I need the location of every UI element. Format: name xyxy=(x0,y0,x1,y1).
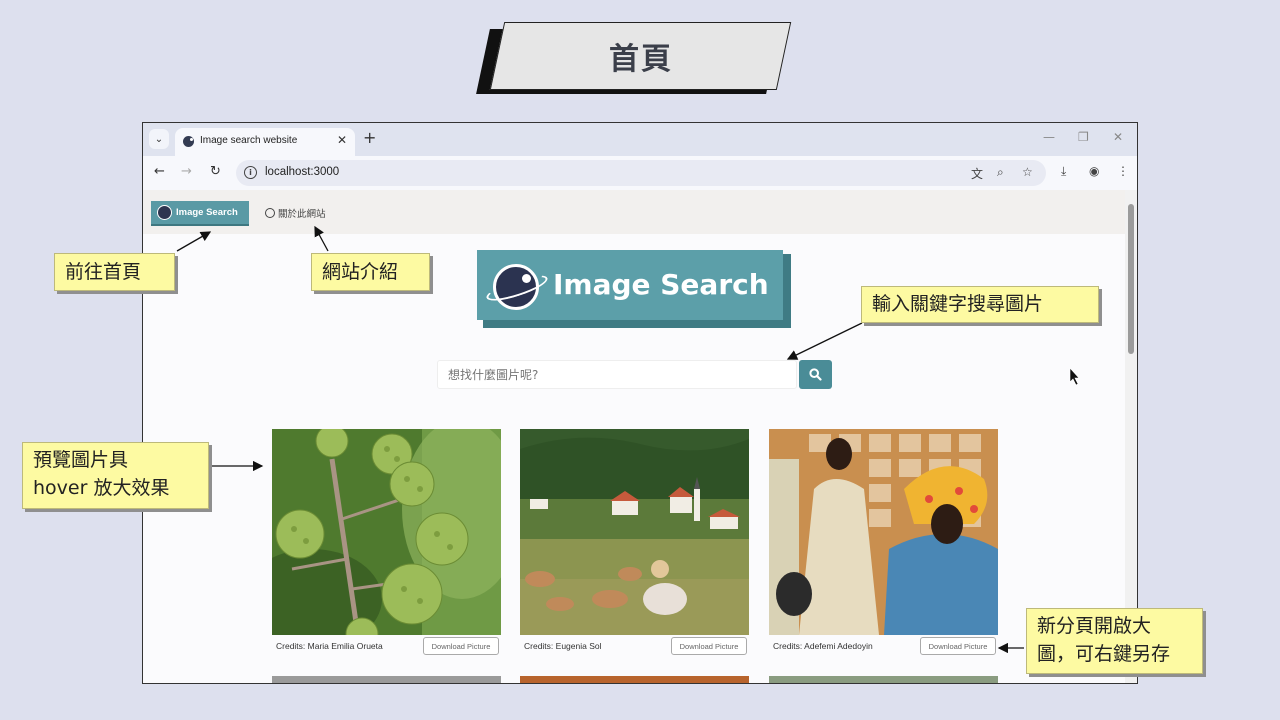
callout-about: 網站介紹 xyxy=(311,253,430,291)
hero-logo: Image Search xyxy=(477,250,791,328)
browser-tab[interactable]: Image search website ✕ xyxy=(175,128,355,156)
close-tab-icon[interactable]: ✕ xyxy=(337,133,347,147)
image-card: Credits: Adefemi Adedoyin Download Pictu… xyxy=(769,429,998,655)
tab-strip: ⌄ Image search website ✕ + — ❐ ✕ xyxy=(143,123,1137,156)
reload-icon[interactable]: ↻ xyxy=(210,164,221,179)
preview-image-blackberries[interactable] xyxy=(272,429,501,635)
download-button[interactable]: Download Picture xyxy=(920,637,996,655)
callout-hover-line2: hover 放大效果 xyxy=(33,477,170,499)
profile-icon[interactable]: ◉ xyxy=(1089,164,1099,178)
image-credit: Credits: Eugenia Sol xyxy=(524,641,602,651)
search-button[interactable] xyxy=(799,360,832,389)
browser-toolbar: ← → ↻ i localhost:3000 文 ⌕ ☆ ⤓ ◉ ⋮ xyxy=(143,156,1137,190)
preview-image-portraits[interactable] xyxy=(769,429,998,635)
next-row-image[interactable] xyxy=(769,676,998,683)
callout-search: 輸入關鍵字搜尋圖片 xyxy=(861,286,1099,323)
download-button[interactable]: Download Picture xyxy=(671,637,747,655)
menu-icon[interactable]: ⋮ xyxy=(1117,164,1129,178)
hero-title: Image Search xyxy=(553,268,769,301)
callout-hover-line1: 預覽圖片具 xyxy=(33,449,129,471)
logo-planet-icon xyxy=(157,205,172,220)
zoom-icon[interactable]: ⌕ xyxy=(997,165,1004,180)
site-navbar: Image Search 關於此網站 xyxy=(143,190,1125,234)
minimize-icon[interactable]: — xyxy=(1043,130,1055,144)
browser-window: ⌄ Image search website ✕ + — ❐ ✕ ← → ↻ i… xyxy=(142,122,1138,684)
callout-hover: 預覽圖片具 hover 放大效果 xyxy=(22,442,209,509)
close-window-icon[interactable]: ✕ xyxy=(1113,130,1123,144)
forward-icon[interactable]: → xyxy=(181,164,192,179)
download-button[interactable]: Download Picture xyxy=(423,637,499,655)
image-credit: Credits: Adefemi Adedoyin xyxy=(773,641,873,651)
about-link[interactable]: 關於此網站 xyxy=(265,206,326,220)
title-banner: 首頁 xyxy=(489,22,792,90)
about-link-label: 關於此網站 xyxy=(278,209,326,220)
download-icon[interactable]: ⤓ xyxy=(1061,164,1066,179)
tab-search-button[interactable]: ⌄ xyxy=(149,129,169,149)
search-icon xyxy=(809,368,822,381)
nav-logo-text: Image Search xyxy=(176,207,238,218)
image-credit: Credits: Maria Emilia Orueta xyxy=(276,641,383,651)
restore-icon[interactable]: ❐ xyxy=(1078,130,1089,144)
web-page: Image Search 關於此網站 Image Search 想找什麼圖片呢?… xyxy=(143,190,1125,683)
translate-icon[interactable]: 文 xyxy=(971,165,983,182)
next-row-image[interactable] xyxy=(520,676,749,683)
user-circle-icon xyxy=(265,208,275,218)
image-card: Credits: Maria Emilia Orueta Download Pi… xyxy=(272,429,501,655)
nav-logo-button[interactable]: Image Search xyxy=(151,201,249,224)
url-text: localhost:3000 xyxy=(265,166,340,178)
callout-search-text: 輸入關鍵字搜尋圖片 xyxy=(872,293,1044,315)
favicon-icon xyxy=(183,136,194,147)
preview-image-village[interactable] xyxy=(520,429,749,635)
image-card: Credits: Eugenia Sol Download Picture xyxy=(520,429,749,655)
slide-title: 首頁 xyxy=(608,42,673,77)
callout-about-text: 網站介紹 xyxy=(322,261,399,283)
address-bar[interactable]: i localhost:3000 文 ⌕ ☆ xyxy=(236,160,1046,186)
callout-download-line1: 新分頁開啟大 xyxy=(1037,615,1152,637)
tab-title: Image search website xyxy=(200,135,298,146)
hero-logo-bottom xyxy=(483,320,791,328)
site-info-icon[interactable]: i xyxy=(244,166,257,179)
back-icon[interactable]: ← xyxy=(154,164,165,179)
search-input[interactable] xyxy=(437,360,797,389)
callout-home-text: 前往首頁 xyxy=(65,261,142,283)
callout-download-line2: 圖，可右鍵另存 xyxy=(1037,643,1171,665)
new-tab-button[interactable]: + xyxy=(363,128,376,147)
callout-download: 新分頁開啟大 圖，可右鍵另存 xyxy=(1026,608,1203,674)
bookmark-star-icon[interactable]: ☆ xyxy=(1022,165,1033,179)
next-row-image[interactable] xyxy=(272,676,501,683)
hero-logo-side xyxy=(783,254,791,328)
callout-home: 前往首頁 xyxy=(54,253,175,291)
scrollbar-thumb[interactable] xyxy=(1128,204,1134,354)
